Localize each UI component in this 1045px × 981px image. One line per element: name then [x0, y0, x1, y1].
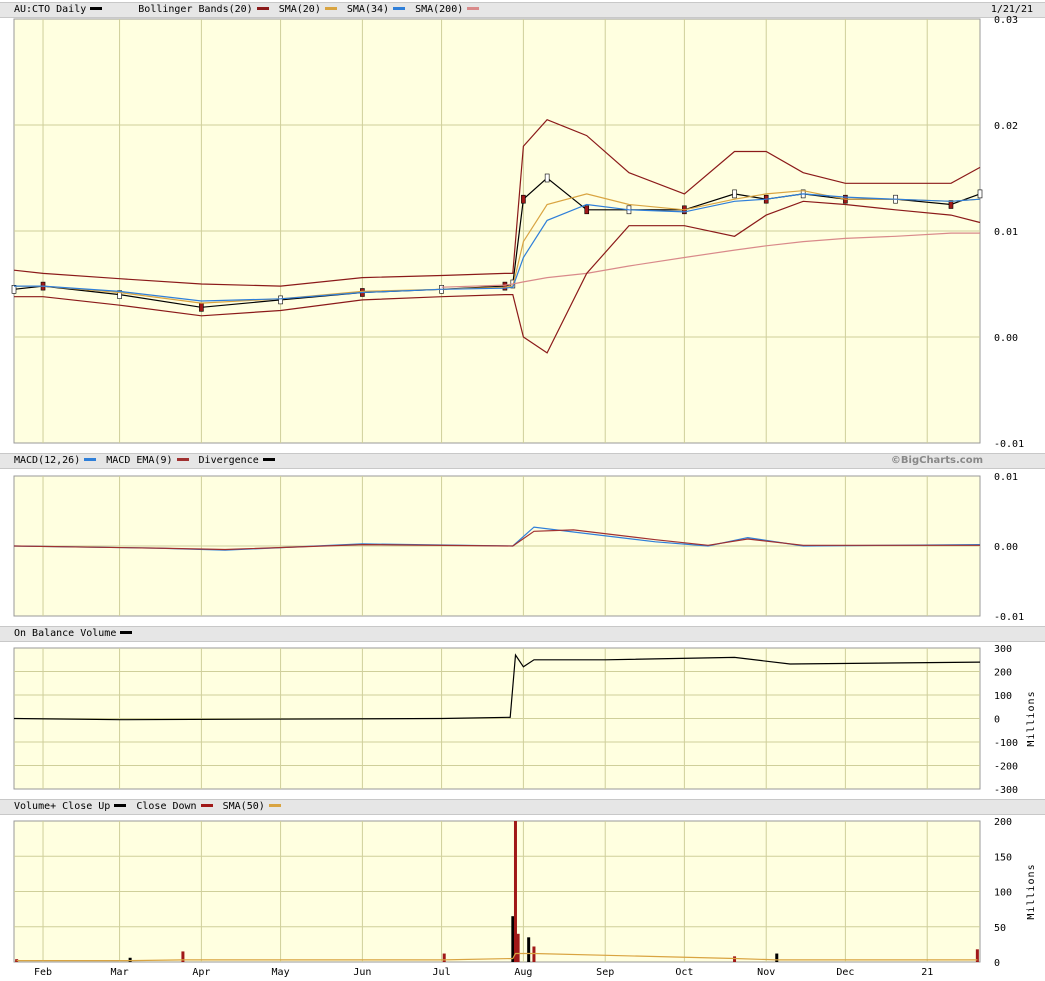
price-panel[interactable]: 0.03 0.02 0.01 0.00 -0.01 [11, 15, 1024, 450]
y-tick-label: 100 [994, 691, 1012, 702]
x-tick-label: 21 [921, 967, 933, 978]
price-candle [278, 295, 283, 305]
y-tick-label: 0.01 [994, 472, 1018, 483]
y-tick-label: 50 [994, 923, 1006, 934]
x-tick-label: Jul [433, 967, 451, 978]
x-tick-label: Dec [836, 967, 854, 978]
y-tick-label: -0.01 [994, 439, 1024, 450]
y-tick-label: 0.01 [994, 227, 1018, 238]
y-tick-label: 0 [994, 715, 1000, 726]
y-tick-label: 0.02 [994, 121, 1018, 132]
price-candle [199, 303, 204, 312]
volume-bar [527, 937, 531, 962]
y-tick-label: 300 [994, 644, 1012, 655]
y-tick-label: 200 [994, 668, 1012, 679]
y-tick-label: -200 [994, 762, 1018, 773]
x-tick-label: Nov [757, 967, 775, 978]
y-tick-label: -0.01 [994, 612, 1024, 623]
x-tick-label: Feb [34, 967, 52, 978]
price-candle [732, 189, 737, 199]
volume-bar [513, 821, 517, 962]
x-tick-label: Sep [596, 967, 614, 978]
volume-bar [775, 953, 779, 962]
y-tick-label: 0 [994, 958, 1000, 969]
macd-panel[interactable]: 0.01 0.00 -0.01 [13, 472, 1024, 623]
x-tick-label: Jun [353, 967, 371, 978]
volume-panel[interactable]: 200 150 100 50 0 Millions [13, 817, 1037, 969]
volume-bar [733, 956, 737, 962]
obv-panel[interactable]: 300 200 100 0 -100 -200 -300 Millions [13, 644, 1037, 796]
y-axis-label: Millions [1026, 690, 1037, 746]
price-candle [521, 194, 526, 204]
x-axis: Feb Mar Apr May Jun Jul Aug Sep Oct Nov Dec 21 [34, 967, 933, 978]
price-candle [544, 173, 550, 183]
volume-bar [516, 933, 520, 962]
chart-canvas[interactable]: 0.03 0.02 0.01 0.00 -0.01 0.01 0.00 -0.01 300 2… [0, 0, 1045, 981]
y-tick-label: 150 [994, 852, 1012, 863]
x-tick-label: Oct [675, 967, 693, 978]
price-candle [584, 205, 590, 215]
x-tick-label: Aug [514, 967, 532, 978]
y-tick-label: -100 [994, 738, 1018, 749]
y-tick-label: 0.03 [994, 15, 1018, 26]
price-candle [502, 281, 508, 291]
y-tick-label: 0.00 [994, 333, 1018, 344]
volume-bar [442, 953, 446, 962]
y-tick-label: 100 [994, 888, 1012, 899]
volume-bar [128, 957, 132, 962]
x-tick-label: Mar [111, 967, 129, 978]
y-tick-label: 200 [994, 817, 1012, 828]
x-tick-label: May [272, 967, 290, 978]
y-axis-label: Millions [1026, 863, 1037, 919]
y-tick-label: 0.00 [994, 542, 1018, 553]
price-candle [977, 189, 983, 199]
x-tick-label: Apr [192, 967, 210, 978]
volume-bar [532, 946, 536, 962]
volume-bar [511, 916, 515, 962]
y-tick-label: -300 [994, 785, 1018, 796]
